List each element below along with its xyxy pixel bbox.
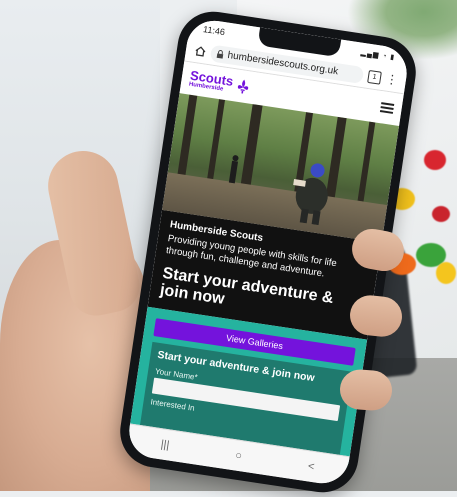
tree: [357, 121, 376, 202]
red-candy-2: [432, 206, 450, 222]
home-icon[interactable]: [193, 44, 207, 58]
red-candy: [424, 150, 446, 170]
tree: [206, 99, 225, 186]
fleur-de-lis-icon: [238, 79, 249, 94]
background-person: [228, 155, 239, 184]
back-icon[interactable]: <: [307, 460, 315, 473]
recent-apps-icon[interactable]: |||: [160, 438, 170, 451]
home-button-icon[interactable]: ○: [234, 449, 242, 462]
status-time: 11:46: [202, 24, 226, 38]
hand-finger: [338, 368, 394, 412]
hamburger-menu-icon[interactable]: [379, 102, 395, 114]
tab-count-button[interactable]: 1: [367, 69, 382, 85]
scouts-logo[interactable]: Scouts Humberside: [188, 68, 252, 97]
tree: [176, 94, 198, 185]
scout-person: [293, 163, 328, 226]
status-icons: ▂▄▆ ◔ ▮: [360, 49, 396, 62]
lock-icon: [216, 49, 224, 59]
kebab-menu-icon[interactable]: ⋮: [385, 72, 399, 88]
yellow-candy-2: [436, 262, 456, 284]
